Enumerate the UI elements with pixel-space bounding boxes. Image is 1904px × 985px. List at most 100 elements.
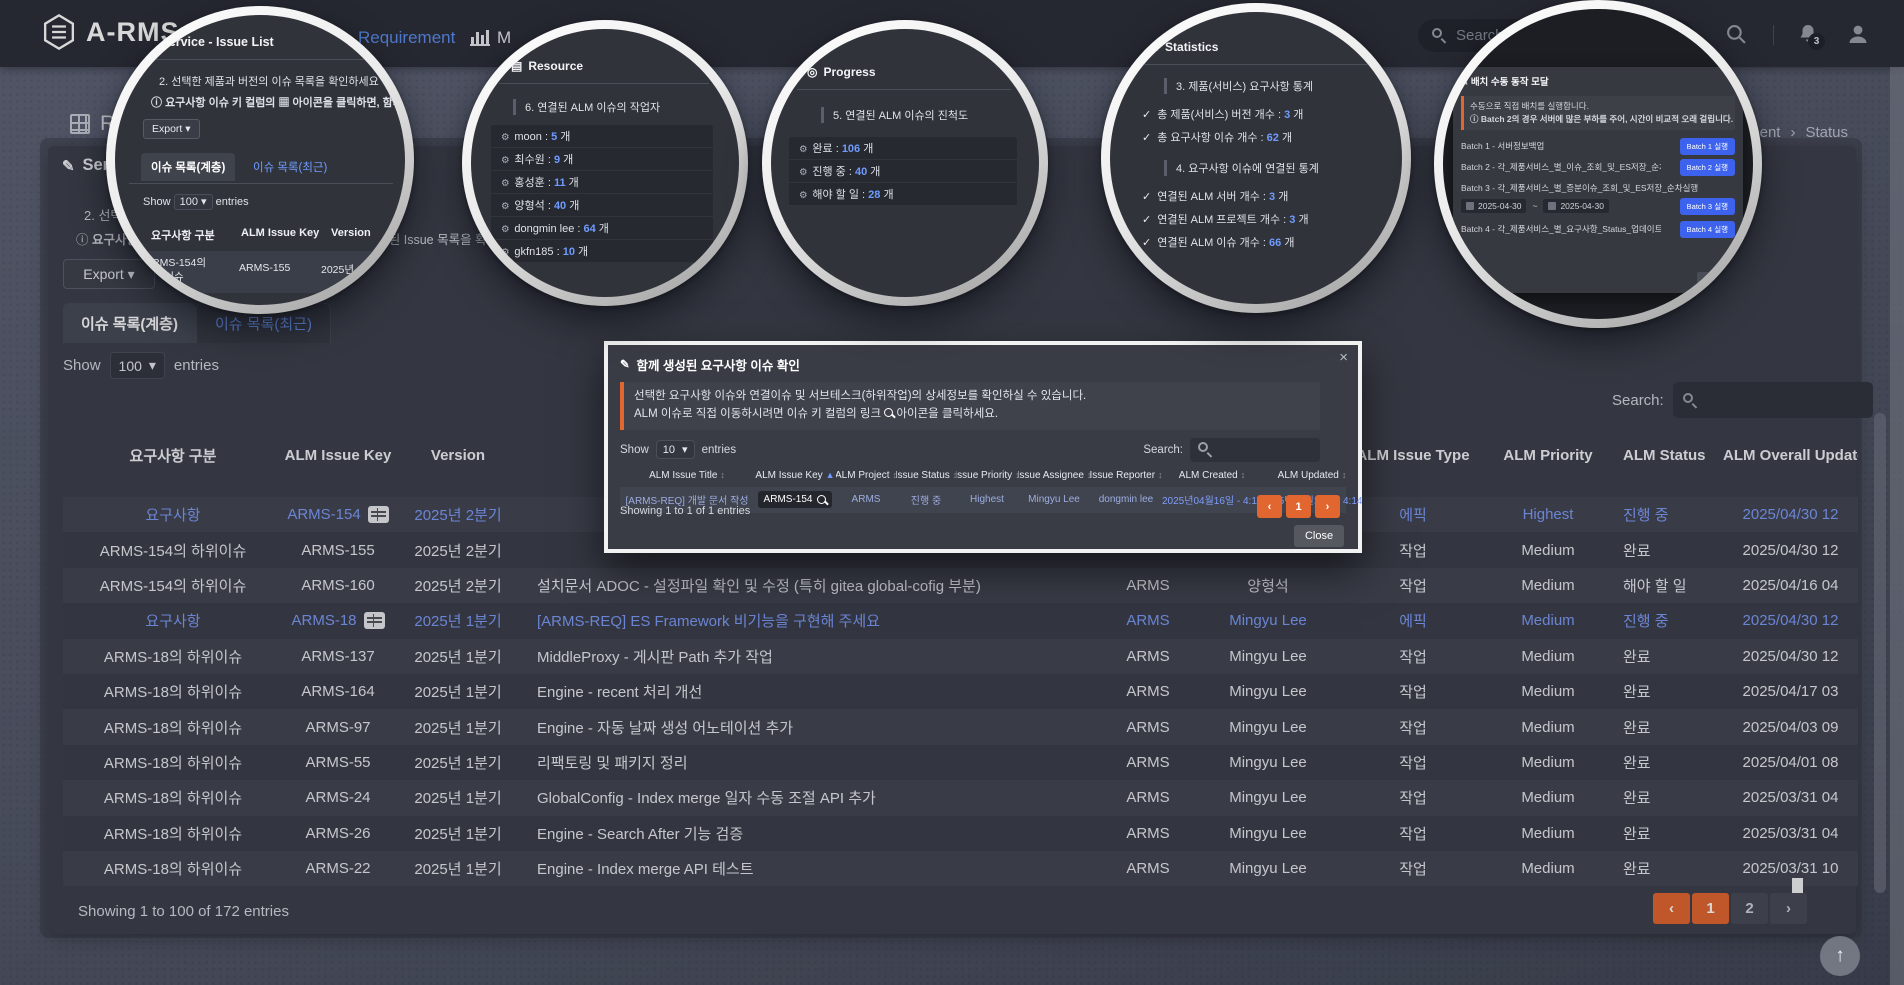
resource-icon: ▤ <box>511 59 522 73</box>
sort-icon: ↕ <box>1342 470 1347 480</box>
modal-pagination-next[interactable]: › <box>1315 495 1340 518</box>
progress-icon: ◎ <box>807 65 817 79</box>
search-button-icon[interactable] <box>1726 24 1747 45</box>
batch1-run-button: Batch 1 실행 <box>1680 138 1735 155</box>
search-icon <box>1198 442 1213 457</box>
table-row[interactable]: ARMS-18의 하위이슈 ARMS-97 2025년 1분기 Engine -… <box>63 709 1858 744</box>
magnifier-lens-resource: ▤Resource 6. 연결된 ALM 이슈의 작업자 ⚙moon : 5 개… <box>462 20 748 306</box>
logo-hexagon-icon <box>42 14 76 50</box>
search-icon <box>1683 393 1698 408</box>
edit-icon: ✎ <box>620 358 629 371</box>
linked-issues-icon[interactable] <box>368 506 389 523</box>
nav-item-monitoring[interactable]: M <box>470 28 511 48</box>
column-header[interactable]: ALM Issue Type <box>1343 447 1483 464</box>
check-icon: ✓ <box>1142 132 1151 144</box>
caret-down-icon: ▾ <box>149 357 156 374</box>
notification-badge: 3 <box>1808 33 1825 50</box>
column-header[interactable]: ALM Status <box>1613 447 1723 464</box>
sort-icon: ↕ <box>720 470 725 480</box>
table-row[interactable]: 요구사항 ARMS-18 2025년 1분기 [ARMS-REQ] ES Fra… <box>63 603 1858 638</box>
check-icon: ✓ <box>1142 191 1151 203</box>
page-size-select[interactable]: 100▾ <box>110 352 165 379</box>
check-icon: ✓ <box>1142 237 1151 249</box>
lens-instruction1: 2. 선택한 제품과 버전의 이슈 목록을 확인하세요 <box>159 73 379 89</box>
modal-table-header: ALM Issue Title↕ ALM Issue Key▲ ALM Proj… <box>620 470 1346 481</box>
modal-page-size-select[interactable]: 10▾ <box>656 440 695 459</box>
modal-pagination-page-1[interactable]: 1 <box>1286 495 1311 518</box>
bar-chart-icon <box>470 30 490 46</box>
column-header[interactable]: Issue Status↕ <box>896 470 956 481</box>
breadcrumb-current: Status <box>1805 124 1848 141</box>
lens-show-entries: Show 100 ▾ entries <box>143 195 249 208</box>
modal-controls: Show 10▾ entries Search: <box>620 438 1346 462</box>
modal-info-box: 선택한 요구사항 이슈와 연결이슈 및 서브테스크(하위작업)의 상세정보를 확… <box>620 382 1320 430</box>
modal-close-button[interactable]: Close <box>1294 525 1344 547</box>
gear-icon: ⚙ <box>501 132 509 142</box>
date-to-input: 2025-04-30 <box>1543 199 1608 213</box>
lens-instruction2: ⓘ 요구사항 이슈 키 컬럼의 ▦ 아이콘을 클릭하면, 함께 생성된 Iss <box>151 94 405 110</box>
pagination-next[interactable]: › <box>1770 893 1807 924</box>
column-header[interactable]: Issue Assignee↕ <box>1018 470 1090 481</box>
column-header[interactable]: ALM Project↕ <box>836 470 896 481</box>
notification-icon[interactable]: 3 <box>1796 22 1820 46</box>
table-grid-icon <box>70 114 90 134</box>
table-vertical-scrollbar[interactable] <box>1874 413 1886 893</box>
batch2-run-button: Batch 2 실행 <box>1680 159 1735 176</box>
navbar-divider <box>1773 25 1774 45</box>
table-row[interactable]: ARMS-18의 하위이슈 ARMS-55 2025년 1분기 리팩토링 및 패… <box>63 745 1858 780</box>
check-icon: ✓ <box>1142 109 1151 121</box>
lens-tab-hierarchy: 이슈 목록(계층) <box>141 153 235 181</box>
magnifier-lens-service: ✎Service - Issue List 2. 선택한 제품과 버전의 이슈 … <box>106 6 414 314</box>
table-row[interactable]: ARMS-18의 하위이슈 ARMS-22 2025년 1분기 Engine -… <box>63 851 1858 886</box>
issue-key-link[interactable]: ARMS-154 <box>758 491 833 508</box>
table-row[interactable]: ARMS-154의 하위이슈 ARMS-160 2025년 2분기 설치문서 A… <box>63 568 1858 603</box>
link-icon <box>817 495 826 504</box>
date-from-input: 2025-04-30 <box>1461 199 1526 213</box>
scrollbar-thumb[interactable] <box>1792 878 1803 893</box>
page-size-control: Show 100▾ entries <box>63 352 219 379</box>
scroll-to-top-button[interactable]: ↑ <box>1820 936 1860 976</box>
table-row[interactable]: ARMS-18의 하위이슈 ARMS-24 2025년 1분기 GlobalCo… <box>63 780 1858 815</box>
magnifier-lens-statistics: ✎Statistics 3. 제품(서비스) 요구사항 통계 ✓총 제품(서비스… <box>1101 3 1411 313</box>
column-header[interactable]: ALM Issue Title↕ <box>620 470 754 481</box>
column-header[interactable]: ALM Priority <box>1483 447 1613 464</box>
gear-icon: ⚙ <box>799 167 807 177</box>
breadcrumb-separator: › <box>1790 124 1795 141</box>
modal-title: ✎ 함께 생성된 요구사항 이슈 확인 <box>620 355 1346 374</box>
column-header[interactable]: 요구사항 구분 <box>63 445 283 466</box>
gear-icon: ⚙ <box>501 247 509 257</box>
table-footer-info: Showing 1 to 100 of 172 entries <box>78 903 289 920</box>
check-icon: ✓ <box>1142 214 1151 226</box>
pagination-page-2[interactable]: 2 <box>1731 893 1768 924</box>
edit-icon: ✎ <box>1150 41 1159 54</box>
column-header[interactable]: Issue Priority↕ <box>956 470 1018 481</box>
column-header[interactable]: Issue Reporter↕ <box>1090 470 1162 481</box>
modal-pagination-prev[interactable]: ‹ <box>1257 495 1282 518</box>
page-scrollbar[interactable] <box>1890 67 1904 985</box>
column-header[interactable]: ALM Created↕ <box>1162 470 1262 481</box>
pagination-page-1[interactable]: 1 <box>1692 893 1729 924</box>
table-row[interactable]: ARMS-18의 하위이슈 ARMS-164 2025년 1분기 Engine … <box>63 674 1858 709</box>
table-row[interactable]: ARMS-18의 하위이슈 ARMS-26 2025년 1분기 Engine -… <box>63 816 1858 851</box>
modal-search-input[interactable] <box>1190 438 1320 462</box>
column-header[interactable]: ALM Overall Updated <box>1723 447 1858 464</box>
column-header[interactable]: ALM Updated↕ <box>1262 470 1362 481</box>
modal-showing-info: Showing 1 to 1 of 1 entries <box>620 505 750 517</box>
nav-item-requirement[interactable]: Requirement <box>358 28 455 48</box>
edit-icon: ✎ <box>62 157 74 175</box>
sort-icon: ↕ <box>1241 470 1246 480</box>
pagination-prev[interactable]: ‹ <box>1653 893 1690 924</box>
info-icon: ⓘ <box>76 233 89 247</box>
linked-issues-icon[interactable] <box>364 612 385 629</box>
calendar-icon <box>1466 202 1474 210</box>
modal-close-icon[interactable]: × <box>1339 349 1348 366</box>
column-header[interactable]: ALM Issue Key▲ <box>754 470 836 481</box>
linked-issues-modal: ✎ 함께 생성된 요구사항 이슈 확인 × 선택한 요구사항 이슈와 연결이슈 … <box>604 341 1362 553</box>
column-header[interactable]: Version <box>393 447 523 464</box>
user-icon[interactable] <box>1846 22 1870 46</box>
gear-icon: ⚙ <box>501 224 509 234</box>
column-header[interactable]: ALM Issue Key <box>283 447 393 464</box>
tab-issue-list-hierarchy[interactable]: 이슈 목록(계층) <box>63 303 196 343</box>
table-row[interactable]: ARMS-18의 하위이슈 ARMS-137 2025년 1분기 MiddleP… <box>63 639 1858 674</box>
link-icon <box>884 408 893 417</box>
